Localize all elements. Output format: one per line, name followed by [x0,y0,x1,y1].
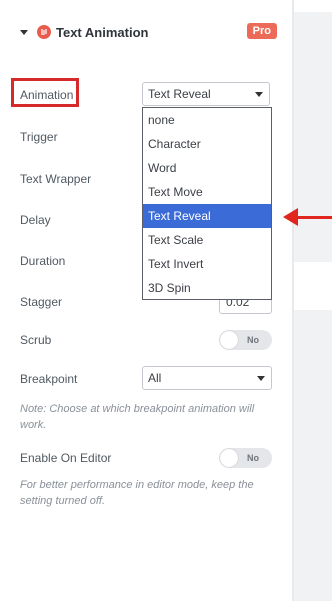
text-wrapper-label: Text Wrapper [20,172,92,186]
annotation-arrow-icon [283,208,298,226]
background-block [294,262,332,310]
dropdown-option[interactable]: none [143,108,271,132]
dropdown-option[interactable]: 3D Spin [143,276,271,300]
delay-label: Delay [20,213,51,227]
toggle-knob [220,449,238,467]
breakpoint-select[interactable]: All [142,366,272,390]
dropdown-option[interactable]: Word [143,156,271,180]
plugin-logo-icon [37,25,51,39]
animation-dropdown: none Character Word Text Move Text Revea… [142,107,272,300]
dropdown-option[interactable]: Text Scale [143,228,271,252]
animation-label: Animation [20,88,74,102]
chevron-down-icon [255,92,263,97]
enable-on-editor-note: For better performance in editor mode, k… [20,479,254,507]
breakpoint-label: Breakpoint [20,372,78,386]
dropdown-option-selected[interactable]: Text Reveal [143,204,271,228]
animation-select[interactable]: Text Reveal [142,82,270,106]
dropdown-option[interactable]: Character [143,132,271,156]
enable-on-editor-toggle[interactable]: No [219,448,272,468]
background-panel [294,0,332,601]
background-block [294,0,332,12]
animation-select-value: Text Reveal [148,87,211,101]
enable-on-editor-toggle-label: No [247,453,259,463]
panel-divider [292,0,294,601]
trigger-label: Trigger [20,130,58,144]
section-header[interactable]: Text Animation Pro [20,20,280,44]
enable-on-editor-label: Enable On Editor [20,451,112,465]
duration-label: Duration [20,254,66,268]
scrub-toggle-label: No [247,335,259,345]
stagger-label: Stagger [20,295,63,309]
annotation-arrow-line [297,216,332,219]
scrub-toggle[interactable]: No [219,330,272,350]
scrub-label: Scrub [20,333,52,347]
breakpoint-note: Note: Choose at which breakpoint animati… [20,403,255,431]
toggle-knob [220,331,238,349]
pro-badge: Pro [246,23,277,39]
collapse-caret-icon[interactable] [20,29,28,35]
dropdown-option[interactable]: Text Invert [143,252,271,276]
dropdown-option[interactable]: Text Move [143,180,271,204]
chevron-down-icon [257,376,265,381]
section-title: Text Animation [56,24,149,40]
breakpoint-select-value: All [148,371,162,385]
